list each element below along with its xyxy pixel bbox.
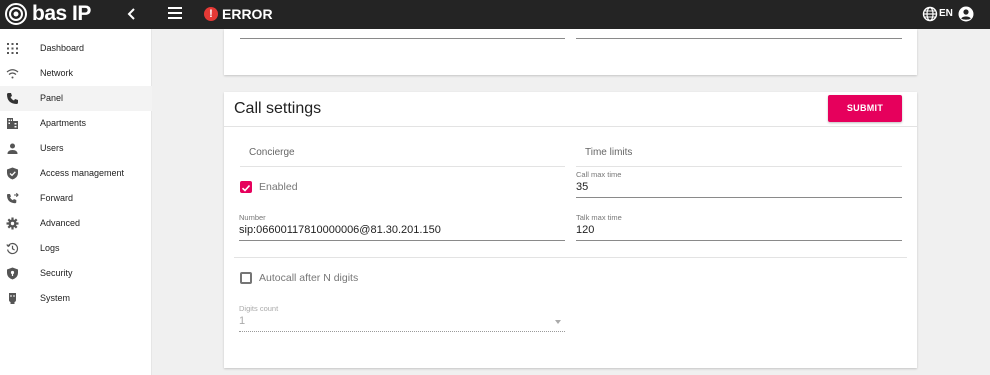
top-bar: bas IP ! ERROR EN xyxy=(0,0,990,29)
sidebar-item-security[interactable]: Security xyxy=(0,261,152,286)
sidebar-item-label: Users xyxy=(40,143,64,153)
sidebar-item-label: Apartments xyxy=(40,118,87,128)
header-divider xyxy=(224,126,917,127)
gear-icon xyxy=(6,217,19,230)
phone-forward-icon xyxy=(7,192,19,204)
brand-logo[interactable]: bas IP xyxy=(4,3,91,25)
call-settings-title: Call settings xyxy=(234,100,322,117)
globe-icon[interactable] xyxy=(922,6,938,22)
sidebar-item-label: Advanced xyxy=(40,218,81,228)
talk-max-time-underline xyxy=(576,240,902,241)
section-divider xyxy=(234,257,907,258)
previous-settings-card xyxy=(224,29,917,75)
call-max-time-field[interactable]: 35 xyxy=(576,181,588,194)
chevron-down-icon xyxy=(555,320,561,324)
concierge-section-label: Concierge xyxy=(249,147,295,158)
account-circle-icon[interactable] xyxy=(958,6,974,22)
enabled-checkbox[interactable] xyxy=(240,181,252,193)
section-divider xyxy=(576,166,902,167)
brand-name: bas IP xyxy=(32,2,91,25)
grid-icon xyxy=(7,43,18,54)
person-icon xyxy=(7,143,18,154)
call-max-time-underline xyxy=(576,197,902,198)
phone-icon xyxy=(7,93,18,104)
error-icon: ! xyxy=(204,7,218,21)
number-field[interactable]: sip:06600117810000006@81.30.201.150 xyxy=(239,224,441,237)
call-max-time-label: Call max time xyxy=(576,170,622,179)
time-limits-section-label: Time limits xyxy=(585,147,633,158)
chevron-left-icon xyxy=(127,8,135,20)
sidebar-item-label: Panel xyxy=(40,93,64,103)
check-icon xyxy=(241,184,251,192)
digits-count-label: Digits count xyxy=(239,304,279,313)
talk-max-time-label: Talk max time xyxy=(576,213,622,222)
sidebar-item-dashboard[interactable]: Dashboard xyxy=(0,36,152,61)
collapse-sidebar-button[interactable] xyxy=(124,6,140,22)
digits-count-underline xyxy=(239,331,565,332)
call-settings-card: Call settings SUBMIT Concierge Enabled N… xyxy=(224,92,917,368)
logo-mark-icon xyxy=(5,3,27,25)
field-underline xyxy=(240,38,565,39)
sidebar-item-network[interactable]: Network xyxy=(0,61,152,86)
number-field-label: Number xyxy=(239,213,266,222)
error-status-text: ERROR xyxy=(222,6,273,22)
submit-button[interactable]: SUBMIT xyxy=(828,95,902,122)
sidebar-item-label: Access management xyxy=(40,168,125,178)
sidebar-item-access-management[interactable]: Access management xyxy=(0,161,152,186)
sidebar-item-forward[interactable]: Forward xyxy=(0,186,152,211)
sidebar-item-label: Logs xyxy=(40,243,60,253)
number-field-underline xyxy=(239,240,565,241)
sidebar-item-label: System xyxy=(40,293,71,303)
shield-check-icon xyxy=(7,167,18,180)
wifi-icon xyxy=(6,69,19,79)
sidebar-item-label: Forward xyxy=(40,193,74,203)
memory-icon xyxy=(9,293,16,304)
history-icon xyxy=(6,242,19,255)
enabled-label: Enabled xyxy=(259,181,298,193)
building-icon xyxy=(7,118,18,129)
section-divider xyxy=(240,166,565,167)
sidebar-item-label: Network xyxy=(40,68,74,78)
sidebar-item-logs[interactable]: Logs xyxy=(0,236,152,261)
language-selector[interactable]: EN xyxy=(939,8,953,20)
sidebar-item-advanced[interactable]: Advanced xyxy=(0,211,152,236)
sidebar-item-panel[interactable]: Panel xyxy=(0,86,152,111)
field-underline xyxy=(576,38,902,39)
sidebar-item-apartments[interactable]: Apartments xyxy=(0,111,152,136)
autocall-label: Autocall after N digits xyxy=(259,272,359,284)
digits-count-select[interactable]: 1 xyxy=(239,315,245,328)
hamburger-menu-icon[interactable] xyxy=(168,7,182,21)
sidebar-item-system[interactable]: System xyxy=(0,286,152,311)
sidebar: Dashboard Network Panel Apartments Users… xyxy=(0,29,152,375)
shield-lock-icon xyxy=(7,267,18,280)
sidebar-item-label: Dashboard xyxy=(40,43,85,53)
sidebar-item-label: Security xyxy=(40,268,73,278)
sidebar-item-users[interactable]: Users xyxy=(0,136,152,161)
autocall-checkbox[interactable] xyxy=(240,272,252,284)
talk-max-time-field[interactable]: 120 xyxy=(576,224,594,237)
